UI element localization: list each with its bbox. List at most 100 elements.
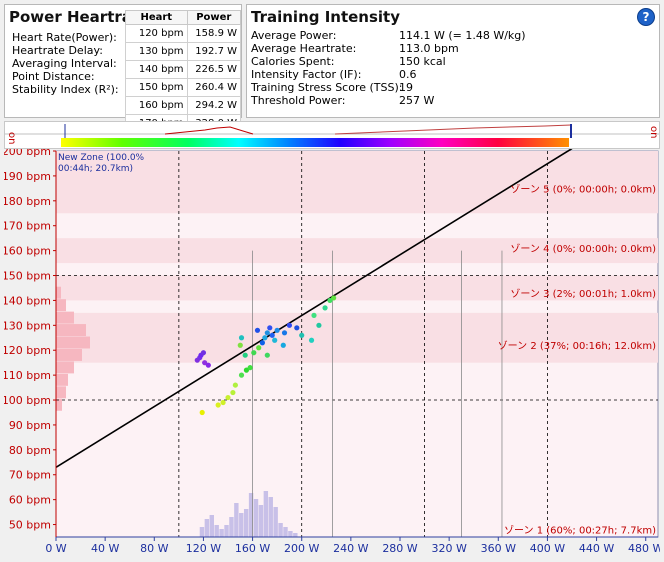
y-tick-label: 190 bpm bbox=[4, 170, 51, 183]
data-point bbox=[262, 335, 268, 341]
zone-label: ゾーン 3 (2%; 00:01h; 1.0km) bbox=[510, 288, 656, 300]
threshold-power-label: Threshold Power: bbox=[251, 94, 346, 107]
zone-label: ゾーン 2 (37%; 00:16h; 12.0km) bbox=[498, 340, 656, 352]
overview-strip[interactable]: on on bbox=[4, 121, 660, 149]
x-tick-label: 280 W bbox=[382, 542, 417, 555]
heartrate-histogram-bar bbox=[56, 299, 66, 312]
data-point bbox=[316, 322, 322, 328]
x-axis: 0 W 40 W 80 W 120 W 160 W 200 W 240 W 280 W 320 … bbox=[45, 536, 660, 555]
power-cell: 158.9 W bbox=[186, 24, 242, 43]
y-tick-label: 120 bpm bbox=[4, 344, 51, 357]
heartrate-histogram-bar bbox=[56, 348, 82, 361]
power-histogram-bar bbox=[199, 527, 205, 537]
legend-note-line: 00:44h; 20.7km) bbox=[58, 164, 133, 174]
training-intensity-title: Training Intensity bbox=[251, 8, 401, 26]
training-stress-score-label: Training Stress Score (TSS): bbox=[251, 81, 403, 94]
heartrate-histogram-bar bbox=[56, 286, 61, 299]
table-row[interactable]: 140 bpm 226.5 W bbox=[125, 60, 242, 79]
x-tick-label: 120 W bbox=[186, 542, 221, 555]
power-histogram-bar bbox=[209, 515, 214, 537]
y-tick-label: 90 bpm bbox=[9, 419, 51, 432]
training-stress-score-value: 19 bbox=[399, 81, 413, 94]
zone-label: ゾーン 4 (0%; 00:00h; 0.0km) bbox=[510, 243, 656, 255]
data-point bbox=[264, 330, 270, 336]
power-trace bbox=[334, 124, 572, 135]
data-point bbox=[308, 337, 315, 343]
data-point bbox=[311, 312, 317, 318]
heartrate-histogram-bar bbox=[56, 386, 66, 399]
table-row[interactable]: 120 bpm 158.9 W bbox=[125, 24, 242, 43]
x-tick-label: 0 W bbox=[45, 542, 66, 555]
zone-band bbox=[56, 151, 658, 214]
average-power-label: Average Power: bbox=[251, 29, 337, 42]
y-tick-label: 110 bpm bbox=[4, 369, 51, 382]
power-histogram-bar bbox=[239, 513, 244, 537]
zone-label: ゾーン 5 (0%; 00:00h; 0.0km) bbox=[510, 183, 656, 195]
y-tick-label: 100 bpm bbox=[4, 394, 51, 407]
data-point bbox=[247, 365, 253, 371]
data-point bbox=[237, 342, 243, 348]
intensity-factor-value: 0.6 bbox=[399, 68, 417, 81]
data-point bbox=[230, 389, 236, 396]
heart-rate-power-label: Heart Rate(Power): bbox=[12, 31, 117, 44]
strip-label-left: on bbox=[6, 132, 17, 144]
power-heartrate-scatter-chart[interactable]: ゾーン 5 (0%; 00:00h; 0.0km) ゾーン 4 (0%; 00:0… bbox=[4, 149, 660, 562]
data-point bbox=[259, 340, 265, 346]
legend-note-line: New Zone (100.0% bbox=[58, 153, 145, 163]
table-row[interactable]: 130 bpm 192.7 W bbox=[125, 42, 242, 61]
power-cell: 260.4 W bbox=[186, 78, 242, 97]
data-point bbox=[267, 325, 273, 331]
heartrate-histogram-bar bbox=[56, 361, 74, 374]
power-histogram-bar bbox=[204, 519, 210, 537]
heartrate-trace bbox=[164, 126, 254, 135]
data-point bbox=[238, 372, 245, 378]
power-cell: 294.2 W bbox=[186, 96, 242, 115]
heartrate-delay-label: Heartrate Delay: bbox=[12, 44, 103, 57]
power-histogram-bar bbox=[273, 507, 278, 537]
power-heartrate-panel: Power Heartrate Heart Rate(Power): Heart… bbox=[4, 4, 242, 133]
power-heartrate-labels: Heart Rate(Power): Heartrate Delay: Aver… bbox=[12, 31, 119, 96]
power-histogram-bar bbox=[234, 503, 239, 537]
help-icon[interactable]: ? bbox=[637, 8, 655, 26]
point-distance-label: Point Distance: bbox=[12, 70, 95, 83]
x-tick-label: 360 W bbox=[481, 542, 516, 555]
data-point bbox=[242, 352, 248, 358]
y-tick-label: 170 bpm bbox=[4, 220, 51, 233]
heart-column-header[interactable]: Heart bbox=[125, 10, 188, 25]
overview-strip-graph[interactable]: on on bbox=[5, 122, 659, 148]
table-row[interactable]: 160 bpm 294.2 W bbox=[125, 96, 242, 115]
stability-index-label: Stability Index (R²): bbox=[12, 83, 119, 96]
power-column-header[interactable]: Power bbox=[186, 10, 242, 25]
y-tick-label: 150 bpm bbox=[4, 270, 51, 283]
heartrate-histogram-bar bbox=[56, 324, 86, 337]
data-point bbox=[238, 335, 245, 341]
average-power-value: 114.1 W (= 1.48 W/kg) bbox=[399, 29, 526, 42]
data-point bbox=[322, 305, 328, 311]
legend-note: New Zone (100.0%00:44h; 20.7km) bbox=[58, 153, 145, 174]
y-tick-label: 130 bpm bbox=[4, 319, 51, 332]
power-histogram-bar bbox=[253, 499, 259, 537]
intensity-factor-label: Intensity Factor (IF): bbox=[251, 68, 362, 81]
y-tick-label: 180 bpm bbox=[4, 195, 51, 208]
power-histogram-bar bbox=[219, 529, 224, 537]
strip-label-right: on bbox=[648, 126, 659, 138]
power-cell: 192.7 W bbox=[186, 42, 242, 61]
power-histogram-bar bbox=[288, 531, 293, 537]
data-point bbox=[331, 295, 337, 301]
data-point bbox=[220, 399, 226, 406]
data-point bbox=[264, 352, 270, 358]
training-intensity-panel: Training Intensity ? Average Power: Aver… bbox=[246, 4, 660, 118]
data-point bbox=[294, 325, 300, 331]
data-point bbox=[272, 337, 278, 343]
power-histogram-bar bbox=[214, 525, 219, 537]
data-point bbox=[232, 382, 238, 388]
x-tick-label: 240 W bbox=[333, 542, 368, 555]
data-point bbox=[286, 322, 293, 328]
threshold-power-value: 257 W bbox=[399, 94, 435, 107]
data-point bbox=[225, 394, 231, 401]
y-tick-label: 80 bpm bbox=[9, 444, 51, 457]
data-point bbox=[205, 362, 211, 368]
power-histogram-bar bbox=[224, 525, 229, 537]
power-histogram-bar bbox=[283, 527, 288, 537]
table-row[interactable]: 150 bpm 260.4 W bbox=[125, 78, 242, 97]
